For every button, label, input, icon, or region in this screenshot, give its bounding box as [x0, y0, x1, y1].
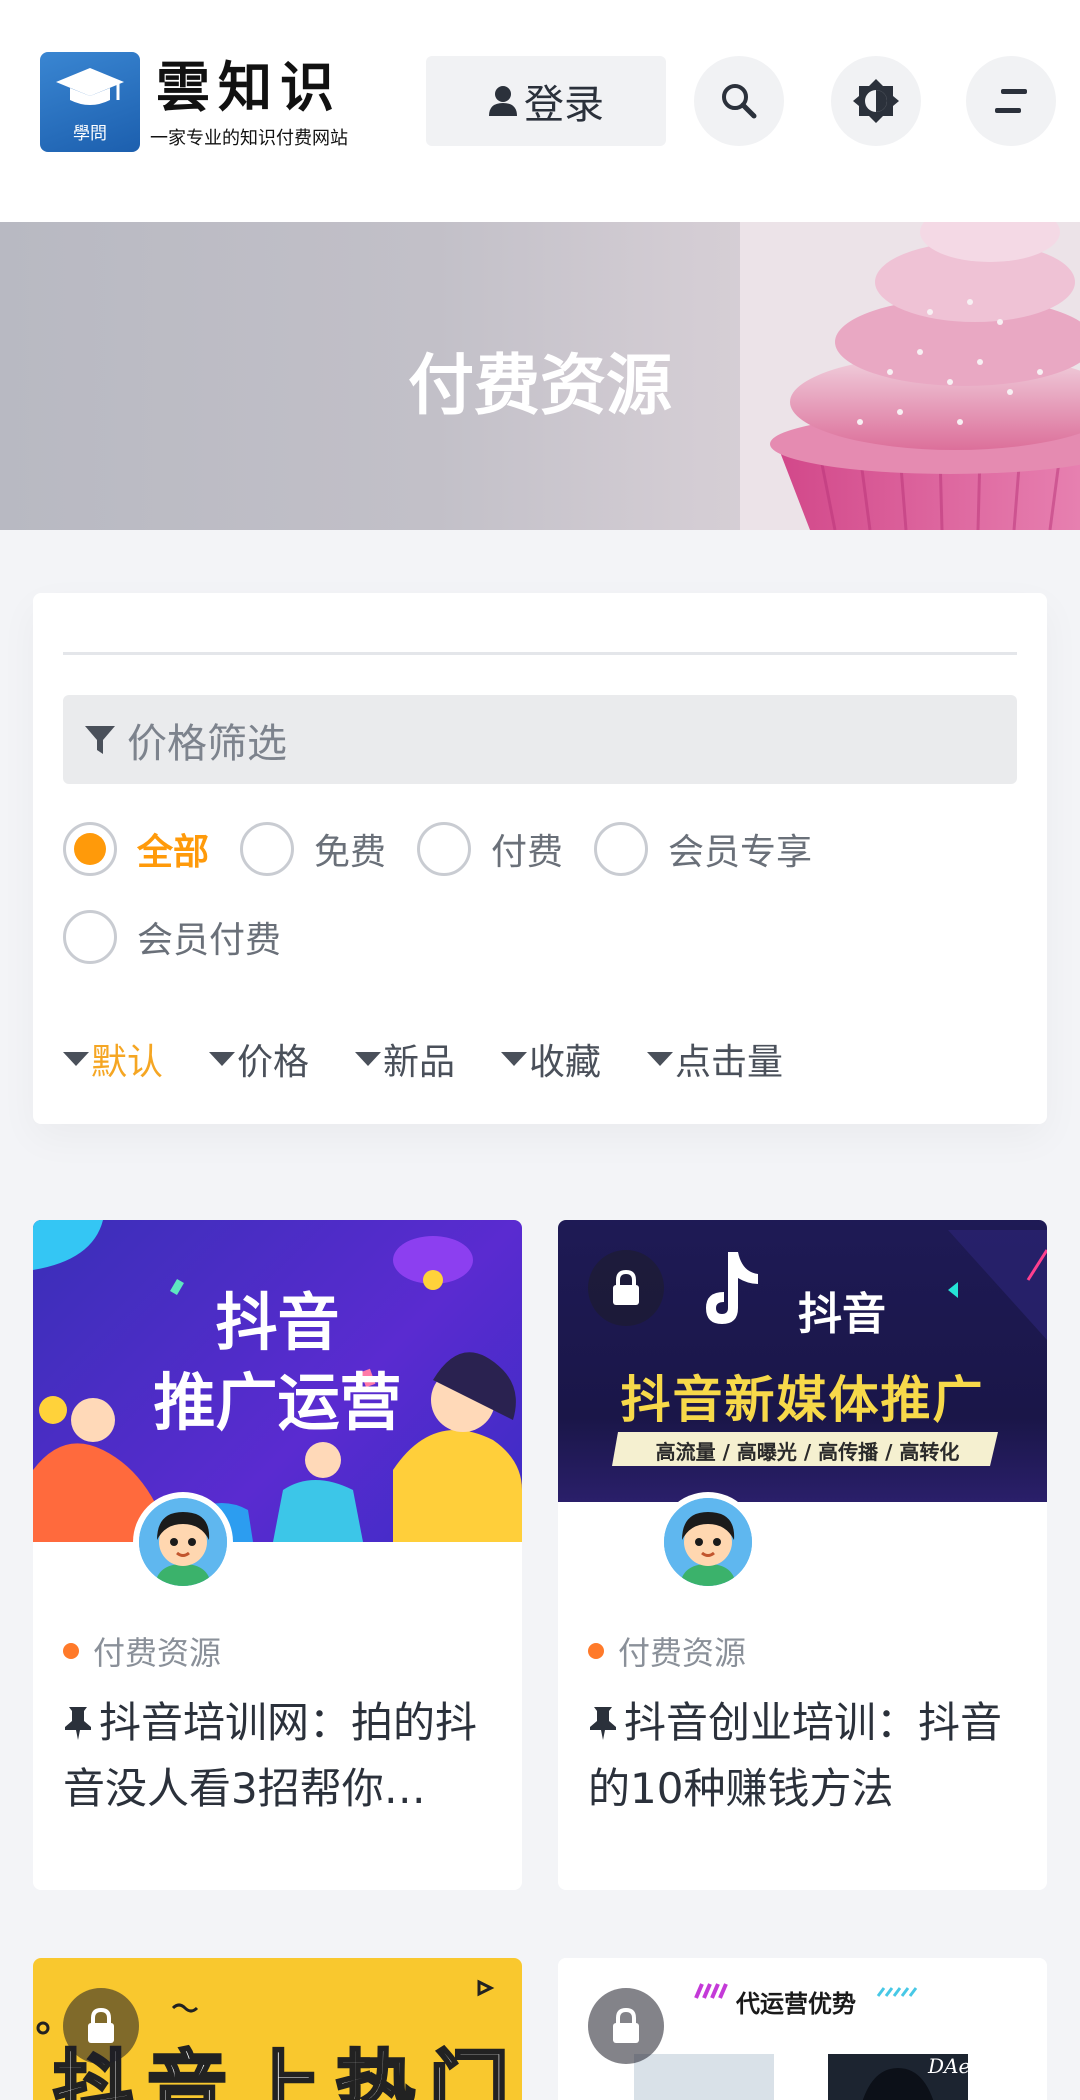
menu-icon	[995, 89, 1027, 113]
card-title[interactable]: 抖音培训网：拍的抖音没人看3招帮你…	[63, 1690, 494, 1822]
lock-badge	[588, 1250, 664, 1326]
sort-label: 收藏	[529, 1042, 602, 1083]
sort-label: 点击量	[675, 1042, 784, 1083]
menu-button[interactable]	[966, 56, 1056, 146]
brand-slogan: 一家专业的知识付费网站	[150, 128, 348, 149]
category-dot-icon	[63, 1643, 79, 1659]
category-label: 付费资源	[618, 1634, 747, 1672]
pin-icon	[590, 1707, 616, 1740]
sort-views[interactable]: 点击量	[647, 1033, 783, 1085]
caret-down-icon	[501, 1052, 527, 1066]
thumbnail-brand-text: DAer	[928, 2054, 980, 2078]
user-icon	[489, 86, 517, 116]
thumbnail-tags: 高流量 / 高曝光 / 高传播 / 高转化	[655, 1440, 960, 1464]
caret-down-icon	[63, 1052, 89, 1066]
card-category[interactable]: 付费资源	[63, 1628, 221, 1674]
filter-option-paid[interactable]: 付费	[417, 822, 563, 876]
thumbnail-text-line2: 推广运营	[153, 1366, 402, 1439]
radio-icon	[240, 822, 294, 876]
login-label: 登录	[524, 82, 604, 128]
lock-icon	[613, 2007, 639, 2043]
caret-down-icon	[209, 1052, 235, 1066]
page-banner: 付费资源	[0, 222, 1080, 530]
site-logo[interactable]: 學問	[40, 52, 140, 152]
pin-icon	[65, 1707, 91, 1740]
thumbnail-text-line1: 抖音	[215, 1286, 340, 1359]
radio-icon	[594, 822, 648, 876]
logo-badge-text: 學問	[73, 124, 107, 144]
card-category[interactable]: 付费资源	[588, 1628, 746, 1674]
sort-label: 新品	[383, 1042, 456, 1083]
sort-favorites[interactable]: 收藏	[501, 1033, 601, 1085]
sort-new[interactable]: 新品	[355, 1033, 455, 1085]
filter-option-label: 会员付费	[137, 920, 282, 961]
search-button[interactable]	[694, 56, 784, 146]
sort-label: 默认	[91, 1042, 164, 1083]
theme-toggle-button[interactable]	[831, 56, 921, 146]
resource-card[interactable]: 抖音 抖音新媒体推广 高流量 / 高曝光 / 高传播 / 高转化 付费资源 抖音…	[558, 1220, 1047, 1890]
card-thumbnail[interactable]: 抖音 推广运营	[33, 1220, 522, 1542]
price-filter-label: 价格筛选	[127, 720, 287, 767]
filter-option-free[interactable]: 免费	[240, 822, 386, 876]
filter-option-member-paid[interactable]: 会员付费	[63, 910, 281, 964]
filter-option-label: 会员专享	[668, 832, 813, 873]
resource-card[interactable]: 抖音 推广运营 付费资源 抖音培训网：拍的抖音没人看3招帮你…	[33, 1220, 522, 1890]
category-label: 付费资源	[93, 1634, 222, 1672]
theme-toggle-icon	[853, 79, 899, 123]
brand-name[interactable]: 雲知识	[156, 56, 342, 118]
divider	[63, 652, 1017, 655]
filter-option-member-exclusive[interactable]: 会员专享	[594, 822, 812, 876]
radio-checked-icon	[63, 822, 117, 876]
avatar-image	[139, 1498, 227, 1586]
author-avatar[interactable]	[133, 1492, 233, 1592]
resource-card[interactable]: 抖音上热门	[33, 1958, 522, 2100]
resource-card[interactable]: 代运营优势 DAer	[558, 1958, 1047, 2100]
lock-icon	[613, 1269, 639, 1305]
cartoon-boy-avatar	[139, 1498, 227, 1586]
radio-icon	[417, 822, 471, 876]
sort-price[interactable]: 价格	[209, 1033, 309, 1085]
avatar-image	[664, 1498, 752, 1586]
card-title-text: 抖音创业培训：抖音的10种赚钱方法	[588, 1698, 1003, 1813]
caret-down-icon	[647, 1052, 673, 1066]
filter-option-all[interactable]: 全部	[63, 822, 209, 876]
thumbnail-headline: 抖音新媒体推广	[620, 1371, 985, 1429]
filter-icon	[85, 725, 115, 754]
thumbnail-brand-text: 抖音	[798, 1289, 886, 1340]
graduation-cap-icon	[56, 68, 124, 105]
lock-badge	[588, 1988, 664, 2064]
card-title-text: 抖音培训网：拍的抖音没人看3招帮你…	[63, 1698, 478, 1813]
filter-option-label: 付费	[491, 832, 564, 873]
price-filter-header: 价格筛选	[63, 695, 1017, 784]
page-title: 付费资源	[408, 347, 672, 424]
filter-option-label: 全部	[137, 832, 210, 873]
login-button[interactable]: 登录	[426, 56, 666, 146]
author-avatar[interactable]	[658, 1492, 758, 1592]
caret-down-icon	[355, 1052, 381, 1066]
radio-icon	[63, 910, 117, 964]
cartoon-boy-avatar	[664, 1498, 752, 1586]
sort-label: 价格	[237, 1042, 310, 1083]
category-dot-icon	[588, 1643, 604, 1659]
sort-default[interactable]: 默认	[63, 1033, 163, 1085]
card-title[interactable]: 抖音创业培训：抖音的10种赚钱方法	[588, 1690, 1019, 1822]
search-icon	[722, 84, 757, 119]
thumbnail-headline: 代运营优势	[736, 1990, 856, 2018]
top-header: 學問 雲知识 一家专业的知识付费网站 登录	[0, 0, 1080, 222]
filter-panel: 价格筛选 全部 免费 付费 会员专享 会员付费 默认 价格 新品 收藏 点击量	[33, 593, 1047, 1124]
lock-icon	[88, 2007, 114, 2043]
lock-badge	[63, 1988, 139, 2064]
filter-option-label: 免费	[314, 832, 387, 873]
